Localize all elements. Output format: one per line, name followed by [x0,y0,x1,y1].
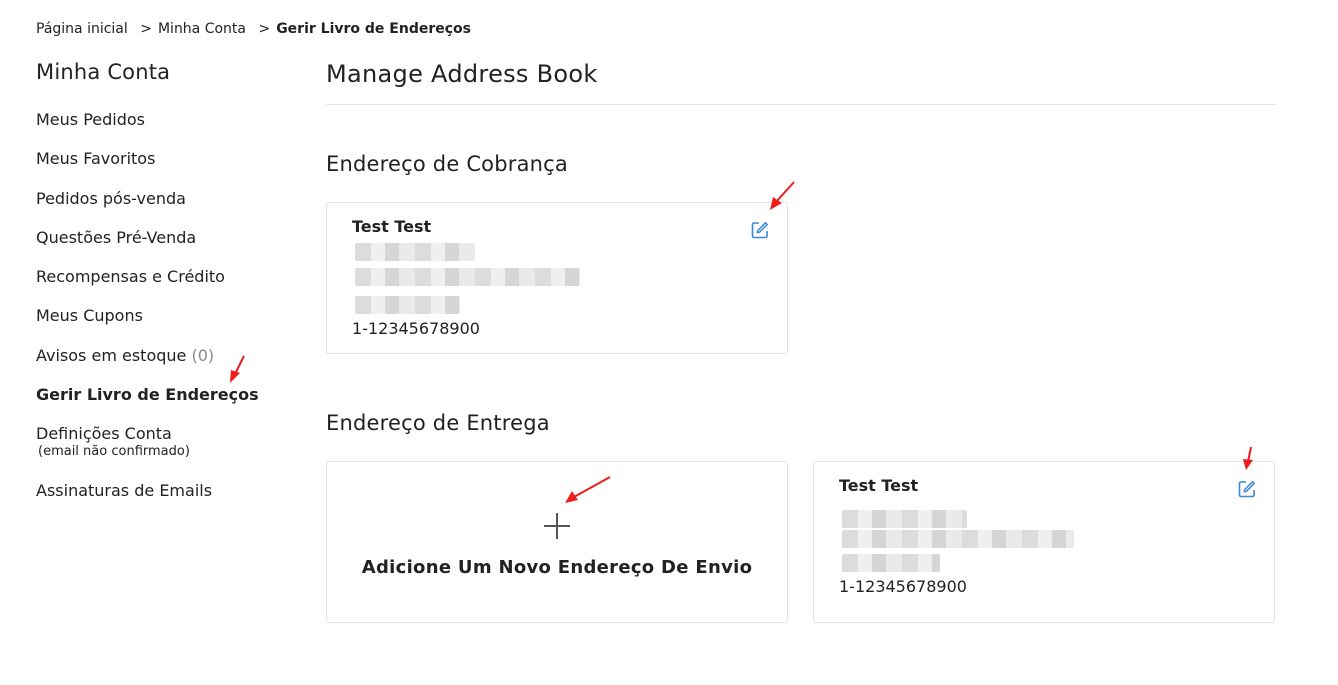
sidebar-item-favorites[interactable]: Meus Favoritos [36,149,286,188]
billing-address-card: Test Test 1-12345678900 [326,202,788,354]
email-unconfirmed-note: (email não confirmado) [38,444,190,460]
breadcrumb-current: Gerir Livro de Endereços [276,21,471,37]
sidebar-item-orders[interactable]: Meus Pedidos [36,110,286,149]
address-line-redacted [842,510,967,528]
sidebar-item-rewards[interactable]: Recompensas e Crédito [36,267,286,306]
address-line-redacted [355,296,460,314]
sidebar-item-after-sale[interactable]: Pedidos pós-venda [36,189,286,228]
address-line-redacted [355,268,580,286]
sidebar-item-label: Recompensas e Crédito [36,267,225,287]
shipping-address-card: Test Test 1-12345678900 [813,461,1275,623]
billing-section-title: Endereço de Cobrança [326,152,568,176]
breadcrumb-account-link[interactable]: Minha Conta [158,21,246,37]
breadcrumb-separator: > [140,21,152,37]
address-phone: 1-12345678900 [352,319,480,338]
sidebar-item-label: Definições Conta [36,424,172,444]
sidebar-item-account-settings[interactable]: Definições Conta (email não confirmado) [36,424,286,481]
sidebar-item-label: Assinaturas de Emails [36,481,213,501]
account-sidebar: Minha Conta Meus Pedidos Meus Favoritos … [36,60,286,521]
edit-icon[interactable] [751,221,769,239]
add-shipping-address-label: Adicione Um Novo Endereço De Envio [361,556,753,578]
breadcrumb-home-link[interactable]: Página inicial [36,21,128,37]
stock-alerts-count: (0) [191,345,215,365]
address-line-redacted [355,243,475,261]
breadcrumb-separator: > [258,21,271,37]
sidebar-item-email-subscriptions[interactable]: Assinaturas de Emails [36,481,286,520]
address-phone: 1-12345678900 [839,577,967,596]
breadcrumb: Página inicial > Minha Conta > Gerir Livro… [36,21,471,37]
sidebar-title: Minha Conta [36,60,171,84]
sidebar-item-pre-sale-questions[interactable]: Questões Pré-Venda [36,228,286,267]
plus-icon [544,512,570,539]
page-title: Manage Address Book [326,60,1276,105]
sidebar-item-stock-alerts[interactable]: Avisos em estoque (0) [36,346,286,385]
add-shipping-address-button[interactable]: Adicione Um Novo Endereço De Envio [326,461,788,623]
sidebar-item-label: Pedidos pós-venda [36,188,186,208]
address-name: Test Test [352,217,432,236]
main-content: Manage Address Book Endereço de Cobrança… [326,60,1276,623]
sidebar-item-label: Meus Favoritos [36,149,156,169]
sidebar-item-address-book[interactable]: Gerir Livro de Endereços [36,385,286,424]
sidebar-item-label: Questões Pré-Venda [36,227,197,247]
sidebar-item-label: Avisos em estoque [36,345,187,365]
shipping-section-title: Endereço de Entrega [326,411,550,435]
sidebar-item-label: Meus Pedidos [36,110,146,129]
sidebar-item-label: Gerir Livro de Endereços [36,385,259,405]
address-line-redacted [842,530,1074,548]
sidebar-item-label: Meus Cupons [36,306,143,326]
edit-icon[interactable] [1238,480,1256,498]
address-line-redacted [842,554,940,572]
sidebar-item-coupons[interactable]: Meus Cupons [36,306,286,345]
address-name: Test Test [839,476,919,495]
